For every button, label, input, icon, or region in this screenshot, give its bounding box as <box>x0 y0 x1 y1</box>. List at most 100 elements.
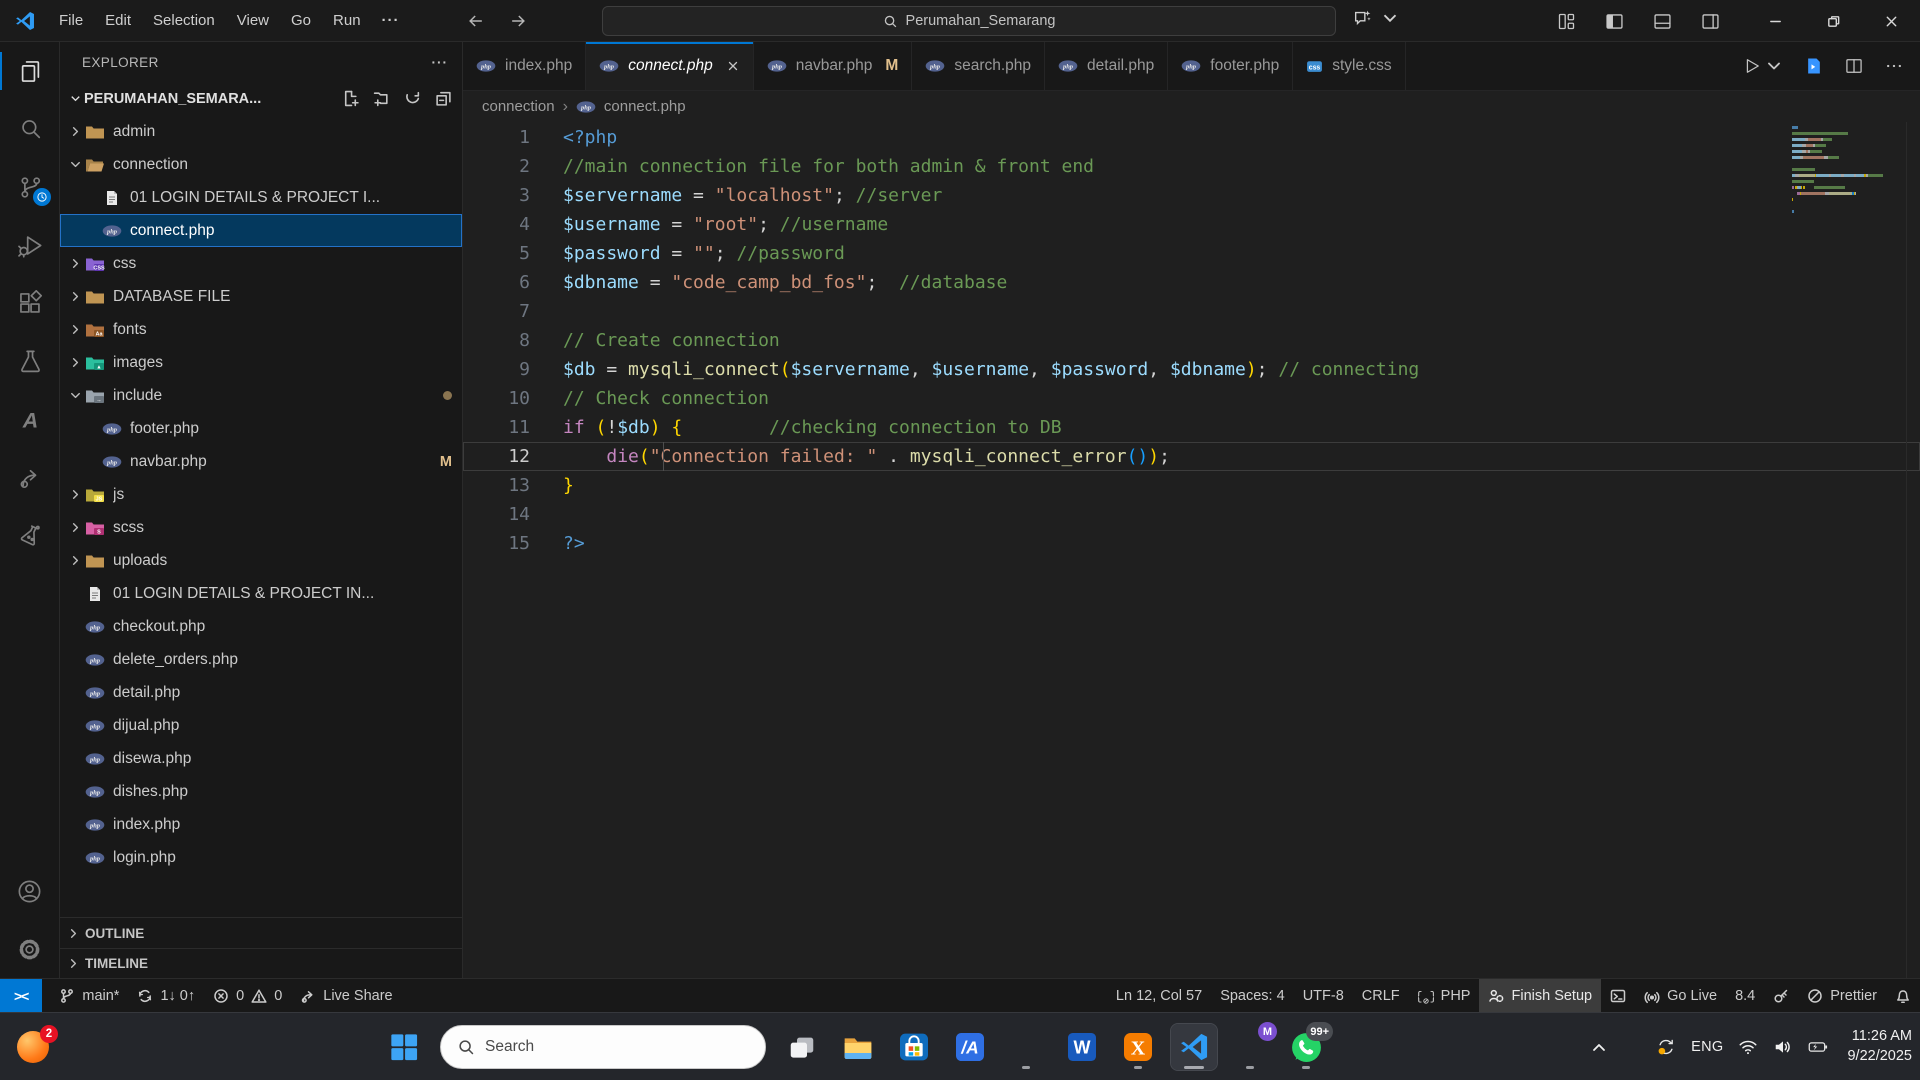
tree-item-include[interactable]: → include <box>60 379 462 412</box>
taskbar-vscode-icon[interactable] <box>1170 1023 1218 1071</box>
status-php-version[interactable]: 8.4 <box>1726 979 1764 1012</box>
status-terminal[interactable] <box>1601 979 1635 1012</box>
breadcrumb[interactable]: connection › php connect.php <box>463 91 1920 122</box>
toggle-panel-icon[interactable] <box>1652 11 1673 32</box>
forward-arrow-icon[interactable] <box>508 11 528 31</box>
tree-item-uploads[interactable]: uploads <box>60 544 462 577</box>
activity-source-control-icon[interactable] <box>0 158 60 216</box>
run-button[interactable] <box>1742 56 1784 76</box>
command-center-search[interactable]: Perumahan_Semarang <box>602 6 1336 36</box>
status-eol[interactable]: CRLF <box>1353 979 1409 1012</box>
new-file-icon[interactable] <box>342 90 359 107</box>
taskbar-start-icon[interactable] <box>381 1024 427 1070</box>
tree-item-delete-orders.php[interactable]: php delete_orders.php <box>60 643 462 676</box>
minimize-button[interactable] <box>1746 0 1804 42</box>
taskbar-whatsapp-icon[interactable]: 99+ <box>1283 1022 1333 1070</box>
activity-live-share-icon[interactable] <box>0 448 60 506</box>
tab-detail.php[interactable]: php detail.php <box>1045 42 1169 90</box>
minimap[interactable] <box>1792 126 1904 216</box>
tab-search.php[interactable]: php search.php <box>912 42 1046 90</box>
status-git-branch[interactable]: main* <box>50 979 128 1012</box>
tree-item-dishes.php[interactable]: php dishes.php <box>60 775 462 808</box>
editor-scrollbar[interactable] <box>1906 122 1920 978</box>
tree-item-connect.php[interactable]: php connect.php <box>60 214 462 247</box>
menu-view[interactable]: View <box>226 6 280 35</box>
maximize-button[interactable] <box>1804 0 1862 42</box>
tree-item-admin[interactable]: admin <box>60 115 462 148</box>
taskbar-chrome-icon[interactable]: M <box>1227 1022 1277 1070</box>
more-actions-icon[interactable] <box>1884 56 1904 76</box>
menu-file[interactable]: File <box>48 6 94 35</box>
activity-search-icon[interactable] <box>0 100 60 158</box>
tree-item-database-file[interactable]: DATABASE FILE <box>60 280 462 313</box>
activity-lab-icon[interactable] <box>0 506 60 564</box>
tab-connect.php[interactable]: php connect.php <box>586 42 754 90</box>
tree-item-detail.php[interactable]: php detail.php <box>60 676 462 709</box>
tab-index.php[interactable]: php index.php <box>463 42 587 90</box>
menu-selection[interactable]: Selection <box>142 6 226 35</box>
back-arrow-icon[interactable] <box>466 11 486 31</box>
code-line-8[interactable]: 8 // Create connection <box>463 326 1920 355</box>
tray-chevron-up-icon[interactable] <box>1589 1037 1609 1057</box>
activity-extensions-icon[interactable] <box>0 274 60 332</box>
collapse-all-icon[interactable] <box>435 90 452 107</box>
close-icon[interactable] <box>726 59 740 73</box>
activity-testing-icon[interactable] <box>0 332 60 390</box>
tree-item-connection[interactable]: connection <box>60 148 462 181</box>
copilot-button[interactable] <box>1352 7 1401 29</box>
activity-settings-icon[interactable] <box>0 920 60 978</box>
menu-go[interactable]: Go <box>280 6 322 35</box>
status-encoding[interactable]: UTF-8 <box>1294 979 1353 1012</box>
tree-item-js[interactable]: JS js <box>60 478 462 511</box>
tray-language[interactable]: ENG <box>1691 1039 1723 1055</box>
tray-onedrive-sync-icon[interactable] <box>1656 1037 1676 1057</box>
section-timeline[interactable]: TIMELINE <box>60 948 462 978</box>
tree-item-scss[interactable]: Sscss <box>60 511 462 544</box>
tree-item-01-login-details-project-in...[interactable]: 01 LOGIN DETAILS & PROJECT IN... <box>60 577 462 610</box>
taskbar-store-icon[interactable] <box>891 1024 937 1070</box>
tree-item-fonts[interactable]: Aa fonts <box>60 313 462 346</box>
tree-item-dijual.php[interactable]: php dijual.php <box>60 709 462 742</box>
status-problems[interactable]: 00 <box>204 979 291 1012</box>
status-key[interactable] <box>1764 979 1798 1012</box>
code-line-4[interactable]: 4 $username = "root"; //username <box>463 210 1920 239</box>
tray-wifi-icon[interactable] <box>1738 1037 1758 1057</box>
tree-item-login.php[interactable]: php login.php <box>60 841 462 874</box>
code-line-13[interactable]: 13} <box>463 471 1920 500</box>
code-editor[interactable]: 1 <?php 2 //main connection file for both a… <box>463 122 1920 978</box>
toggle-secondary-sidebar-icon[interactable] <box>1700 11 1721 32</box>
status-prettier[interactable]: Prettier <box>1798 979 1886 1012</box>
status-live-share[interactable]: Live Share <box>291 979 401 1012</box>
tab-footer.php[interactable]: php footer.php <box>1168 42 1294 90</box>
status-git-sync[interactable]: 1↓ 0↑ <box>128 979 204 1012</box>
close-button[interactable] <box>1862 0 1920 42</box>
code-line-3[interactable]: 3 $servername = "localhost"; //server <box>463 181 1920 210</box>
new-folder-icon[interactable] <box>373 90 390 107</box>
widgets-button[interactable]: 2 <box>10 1025 58 1068</box>
tray-clock[interactable]: 11:26 AM 9/22/2025 <box>1847 1027 1912 1066</box>
code-line-10[interactable]: 10 // Check connection <box>463 384 1920 413</box>
activity-explorer-icon[interactable] <box>0 42 60 100</box>
code-line-6[interactable]: 6 $dbname = "code_camp_bd_fos"; //databas… <box>463 268 1920 297</box>
tree-item-footer.php[interactable]: php footer.php <box>60 412 462 445</box>
status-indentation[interactable]: Spaces: 4 <box>1211 979 1294 1012</box>
tab-navbar.php[interactable]: php navbar.php M <box>753 42 913 90</box>
tree-item-css[interactable]: CSS css <box>60 247 462 280</box>
code-line-5[interactable]: 5 $password = ""; //password <box>463 239 1920 268</box>
status-go-live[interactable]: Go Live <box>1635 979 1726 1012</box>
tray-battery-icon[interactable] <box>1808 1037 1828 1057</box>
menu-edit[interactable]: Edit <box>94 6 142 35</box>
tree-item-images[interactable]: ▲ images <box>60 346 462 379</box>
customize-layout-icon[interactable] <box>1556 11 1577 32</box>
taskbar-edge-icon[interactable] <box>1003 1024 1049 1070</box>
refresh-icon[interactable] <box>404 90 421 107</box>
code-line-2[interactable]: 2 //main connection file for both admin &… <box>463 152 1920 181</box>
taskbar-search[interactable]: Search <box>440 1025 766 1069</box>
code-line-9[interactable]: 9 $db = mysqli_connect($servername, $user… <box>463 355 1920 384</box>
status-remote-indicator[interactable]: >< <box>0 979 43 1012</box>
section-outline[interactable]: OUTLINE <box>60 918 462 948</box>
tree-item-checkout.php[interactable]: php checkout.php <box>60 610 462 643</box>
activity-run-debug-icon[interactable] <box>0 216 60 274</box>
tray-volume-icon[interactable] <box>1773 1037 1793 1057</box>
menu-run[interactable]: Run <box>322 6 372 35</box>
